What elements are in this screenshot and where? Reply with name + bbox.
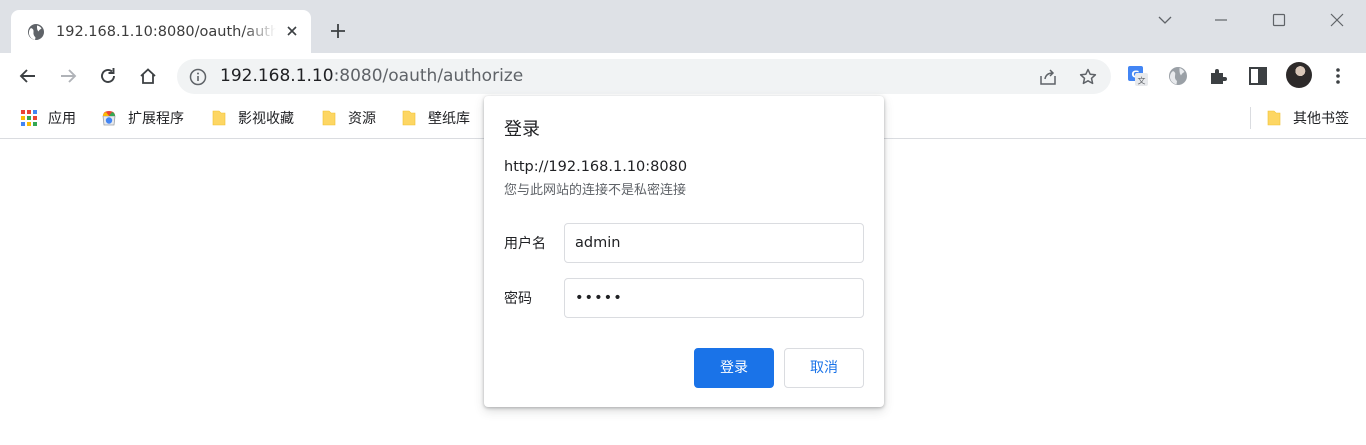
apps-grid-icon [21,110,37,126]
http-auth-dialog: 登录 http://192.168.1.10:8080 您与此网站的连接不是私密… [484,96,884,407]
cancel-button[interactable]: 取消 [784,348,864,388]
bookmark-folder-wallpapers[interactable]: 壁纸库 [400,107,470,129]
share-icon[interactable] [1038,67,1058,87]
bookmark-label: 应用 [48,111,76,127]
browser-menu-kebab-icon[interactable] [1327,65,1349,87]
url-text[interactable]: 192.168.1.10:8080/oauth/authorize [220,66,523,86]
close-tab-icon[interactable] [283,22,301,40]
tab-search-chevron-icon[interactable] [1154,9,1176,31]
browser-tab-active[interactable]: 192.168.1.10:8080/oauth/authorize [11,10,311,53]
bookmark-other[interactable]: 其他书签 [1265,107,1349,129]
bookmark-apps[interactable]: 应用 [20,107,76,129]
folder-icon [322,110,336,126]
folder-icon [212,110,226,126]
extensions-puzzle-icon[interactable] [1207,65,1229,87]
password-field[interactable] [564,278,864,318]
address-bar[interactable]: 192.168.1.10:8080/oauth/authorize [177,59,1111,94]
bookmark-extensions[interactable]: 扩展程序 [100,107,184,129]
username-label: 用户名 [504,236,546,252]
username-field[interactable] [564,223,864,263]
url-path: :8080/oauth/authorize [333,66,524,86]
bookmark-label: 扩展程序 [128,111,184,127]
password-label: 密码 [504,291,532,307]
reload-icon[interactable] [97,65,119,87]
home-icon[interactable] [137,65,159,87]
close-window-icon[interactable] [1326,9,1348,31]
new-tab-plus-icon[interactable] [327,20,349,42]
bookmark-folder-movies[interactable]: 影视收藏 [210,107,294,129]
svg-text:文: 文 [1138,76,1146,86]
google-translate-icon[interactable]: G 文 [1127,65,1149,87]
globe-extension-icon[interactable] [1167,65,1189,87]
bookmark-label: 影视收藏 [238,111,294,127]
back-arrow-icon[interactable] [17,65,39,87]
folder-icon [1267,110,1281,126]
url-host: 192.168.1.10 [220,66,334,86]
site-info-icon[interactable] [189,68,207,86]
chrome-web-store-icon [102,111,116,126]
login-button[interactable]: 登录 [694,348,774,388]
bookmark-label: 资源 [348,111,376,127]
globe-icon [28,24,44,40]
tab-strip: 192.168.1.10:8080/oauth/authorize [0,0,1366,53]
maximize-icon[interactable] [1268,9,1290,31]
bookmark-label: 壁纸库 [428,111,470,127]
tab-title: 192.168.1.10:8080/oauth/authorize [56,24,276,40]
side-panel-icon[interactable] [1247,65,1269,87]
bookmark-star-icon[interactable] [1078,67,1098,87]
minimize-icon[interactable] [1210,9,1232,31]
forward-arrow-icon[interactable] [57,65,79,87]
dialog-title: 登录 [504,119,540,140]
bookmark-folder-resources[interactable]: 资源 [320,107,376,129]
folder-icon [402,110,416,126]
browser-toolbar: 192.168.1.10:8080/oauth/authorize G 文 [0,53,1366,99]
browser-window: 192.168.1.10:8080/oauth/authorize [0,0,1366,445]
connection-warning: 您与此网站的连接不是私密连接 [504,183,687,198]
bookmark-label: 其他书签 [1293,111,1349,127]
profile-avatar[interactable] [1286,62,1312,88]
dialog-origin: http://192.168.1.10:8080 [504,159,688,175]
bookmarks-separator [1250,107,1251,129]
